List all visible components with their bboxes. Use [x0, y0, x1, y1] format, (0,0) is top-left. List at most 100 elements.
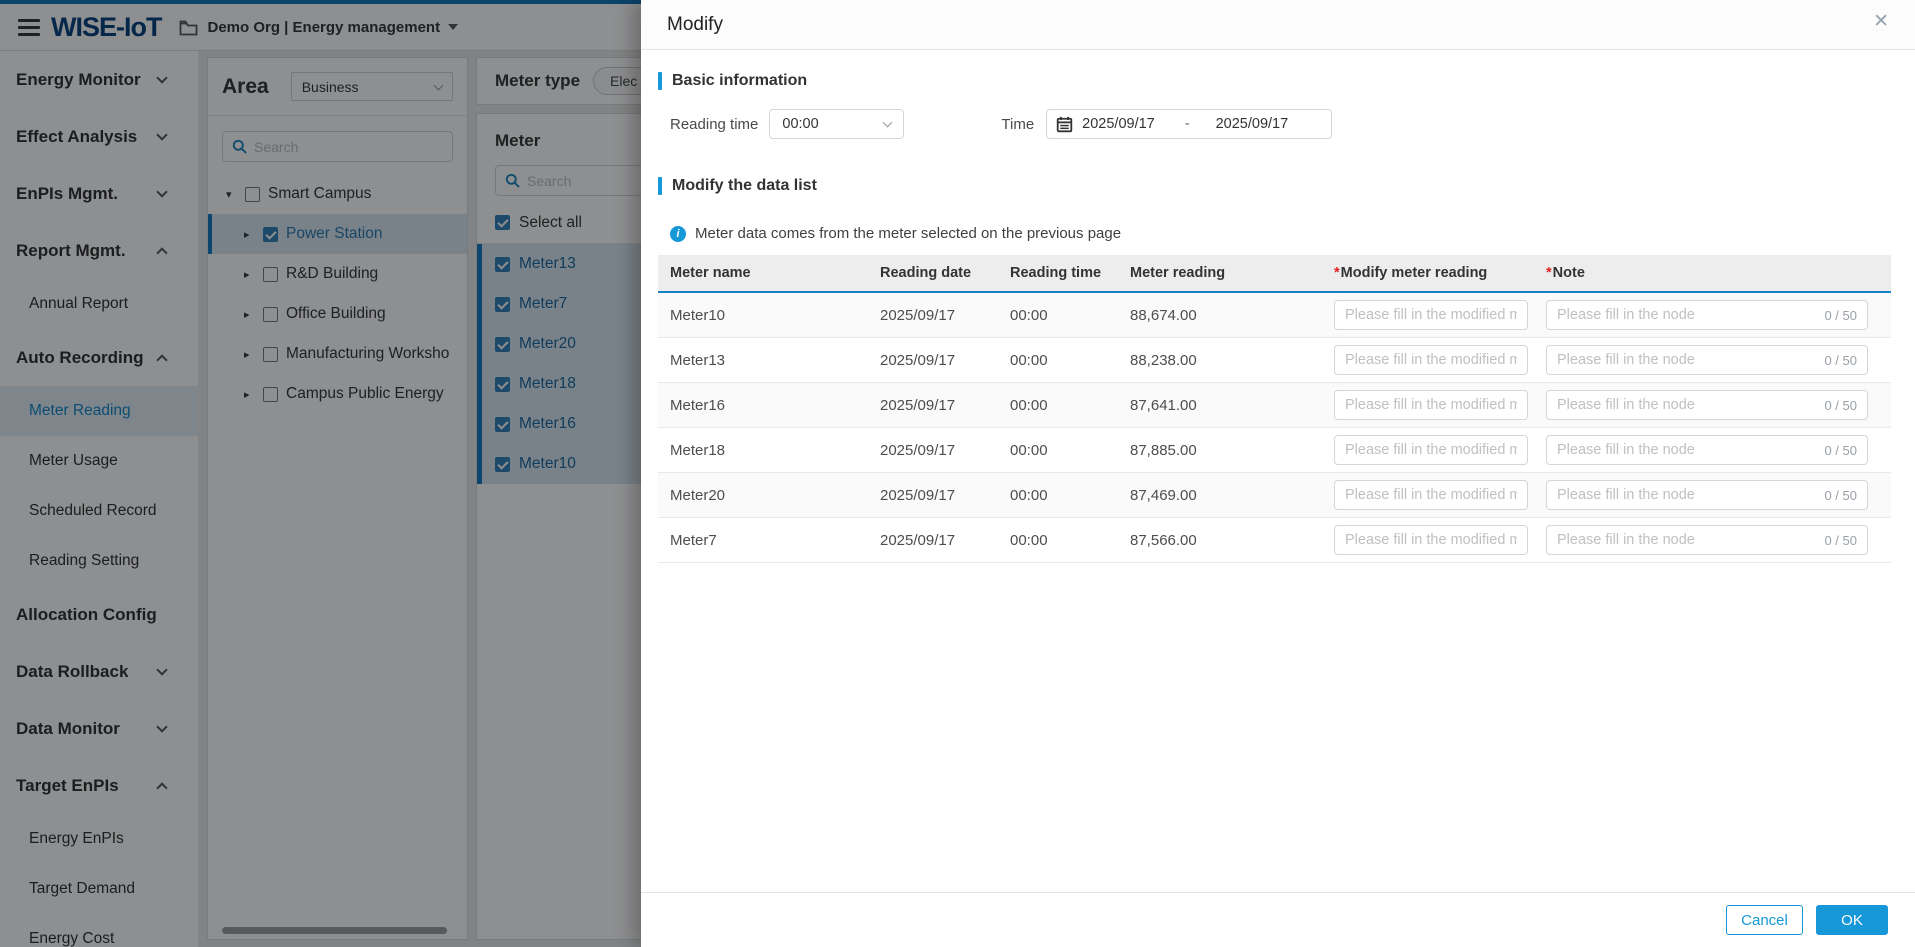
- character-counter: 0 / 50: [1824, 533, 1857, 548]
- close-icon[interactable]: ✕: [1873, 12, 1889, 31]
- note-input[interactable]: [1557, 307, 1824, 323]
- modal-header: Modify ✕: [641, 0, 1915, 50]
- reading-time-label: Reading time: [670, 116, 758, 133]
- section-accent-bar: [658, 72, 662, 90]
- table-row: Meter132025/09/1700:0088,238.000 / 50: [658, 338, 1891, 383]
- data-list-section-header: Modify the data list: [658, 177, 1892, 195]
- reading-time-cell: 00:00: [998, 352, 1118, 369]
- note-input-wrapper: 0 / 50: [1546, 390, 1868, 420]
- modify-meter-reading-input[interactable]: [1334, 435, 1528, 465]
- table-row: Meter162025/09/1700:0087,641.00 0 / 50: [658, 383, 1891, 428]
- note-input-wrapper: 0 / 50: [1546, 300, 1868, 330]
- required-asterisk: *: [1334, 265, 1340, 281]
- calendar-icon: [1056, 116, 1073, 133]
- meter-reading-cell: 87,641.00: [1118, 397, 1322, 414]
- modify-meter-reading-input[interactable]: [1334, 525, 1528, 555]
- column-header-reading-date: Reading date: [868, 265, 998, 281]
- reading-time-cell: 00:00: [998, 307, 1118, 324]
- ok-button[interactable]: OK: [1816, 905, 1888, 935]
- note-input[interactable]: [1557, 442, 1824, 458]
- modify-meter-reading-input[interactable]: [1334, 390, 1528, 420]
- note-cell: 0 / 50: [1534, 480, 1891, 510]
- note-input[interactable]: [1557, 487, 1824, 503]
- meter-name-cell: Meter18: [658, 442, 868, 459]
- character-counter: 0 / 50: [1824, 398, 1857, 413]
- note-cell: 0 / 50: [1534, 390, 1891, 420]
- modify-reading-cell: [1322, 525, 1534, 555]
- character-counter: 0 / 50: [1824, 488, 1857, 503]
- basic-information-form-row: Reading time 00:00 Time 2025/09/17 - 202…: [658, 109, 1892, 139]
- note-input-wrapper: 0 / 50: [1546, 480, 1868, 510]
- reading-date-cell: 2025/09/17: [868, 307, 998, 324]
- column-header-meter-name: Meter name: [658, 265, 868, 281]
- modify-reading-cell: [1322, 345, 1534, 375]
- note-cell: 0 / 50: [1534, 435, 1891, 465]
- table-row: Meter102025/09/1700:0088,674.00 0 / 50: [658, 293, 1891, 338]
- note-cell: 0 / 50: [1534, 300, 1891, 330]
- date-range-picker[interactable]: 2025/09/17 - 2025/09/17: [1046, 109, 1332, 139]
- meter-data-table: Meter nameReading dateReading timeMeter …: [658, 255, 1891, 563]
- time-label: Time: [1001, 116, 1034, 133]
- meter-name-cell: Meter13: [658, 352, 868, 369]
- note-input[interactable]: [1557, 397, 1824, 413]
- reading-time-cell: 00:00: [998, 487, 1118, 504]
- cancel-button[interactable]: Cancel: [1726, 905, 1803, 935]
- date-start-value: 2025/09/17: [1082, 116, 1155, 132]
- meter-name-cell: Meter20: [658, 487, 868, 504]
- meter-name-cell: Meter10: [658, 307, 868, 324]
- meter-reading-cell: 87,885.00: [1118, 442, 1322, 459]
- section-title: Basic information: [672, 72, 807, 90]
- modal-body: Basic information Reading time 00:00 Tim…: [641, 72, 1915, 563]
- reading-date-cell: 2025/09/17: [868, 487, 998, 504]
- info-text: Meter data comes from the meter selected…: [695, 225, 1121, 242]
- modify-reading-cell: [1322, 390, 1534, 420]
- modal-footer: Cancel OK: [641, 892, 1915, 947]
- note-input-wrapper: 0 / 50: [1546, 345, 1868, 375]
- reading-date-cell: 2025/09/17: [868, 532, 998, 549]
- info-row: i Meter data comes from the meter select…: [658, 225, 1892, 242]
- note-input-wrapper: 0 / 50: [1546, 435, 1868, 465]
- character-counter: 0 / 50: [1824, 443, 1857, 458]
- note-input[interactable]: [1557, 352, 1824, 368]
- table-row: Meter72025/09/1700:0087,566.000 / 50: [658, 518, 1891, 563]
- modify-meter-reading-input[interactable]: [1334, 300, 1528, 330]
- date-separator: -: [1185, 116, 1190, 132]
- column-header-reading-time: Reading time: [998, 265, 1118, 281]
- modify-meter-reading-input[interactable]: [1334, 345, 1528, 375]
- required-asterisk: *: [1546, 265, 1552, 281]
- meter-reading-cell: 88,674.00: [1118, 307, 1322, 324]
- reading-time-cell: 00:00: [998, 532, 1118, 549]
- reading-time-value: 00:00: [782, 116, 818, 132]
- modify-modal: Modify ✕ Basic information Reading time …: [641, 0, 1915, 947]
- info-icon: i: [670, 226, 686, 242]
- reading-date-cell: 2025/09/17: [868, 442, 998, 459]
- note-cell: 0 / 50: [1534, 525, 1891, 555]
- table-row: Meter202025/09/1700:0087,469.00 0 / 50: [658, 473, 1891, 518]
- section-accent-bar: [658, 177, 662, 195]
- reading-date-cell: 2025/09/17: [868, 352, 998, 369]
- reading-date-cell: 2025/09/17: [868, 397, 998, 414]
- modal-title: Modify: [667, 14, 723, 36]
- section-title: Modify the data list: [672, 177, 817, 195]
- modify-reading-cell: [1322, 480, 1534, 510]
- chevron-down-icon: [883, 118, 893, 128]
- meter-name-cell: Meter7: [658, 532, 868, 549]
- date-end-value: 2025/09/17: [1216, 116, 1289, 132]
- modify-reading-cell: [1322, 300, 1534, 330]
- column-header-modify-meter-reading: *Modify meter reading: [1322, 265, 1534, 281]
- note-cell: 0 / 50: [1534, 345, 1891, 375]
- column-header-meter-reading: Meter reading: [1118, 265, 1322, 281]
- meter-name-cell: Meter16: [658, 397, 868, 414]
- basic-information-section-header: Basic information: [658, 72, 1892, 90]
- table-row: Meter182025/09/1700:0087,885.000 / 50: [658, 428, 1891, 473]
- character-counter: 0 / 50: [1824, 353, 1857, 368]
- meter-reading-cell: 87,469.00: [1118, 487, 1322, 504]
- modify-meter-reading-input[interactable]: [1334, 480, 1528, 510]
- reading-time-select[interactable]: 00:00: [769, 109, 904, 139]
- table-header-row: Meter nameReading dateReading timeMeter …: [658, 255, 1891, 293]
- note-input[interactable]: [1557, 532, 1824, 548]
- table-body: Meter102025/09/1700:0088,674.000 / 50Met…: [658, 293, 1891, 563]
- character-counter: 0 / 50: [1824, 308, 1857, 323]
- reading-time-cell: 00:00: [998, 397, 1118, 414]
- note-input-wrapper: 0 / 50: [1546, 525, 1868, 555]
